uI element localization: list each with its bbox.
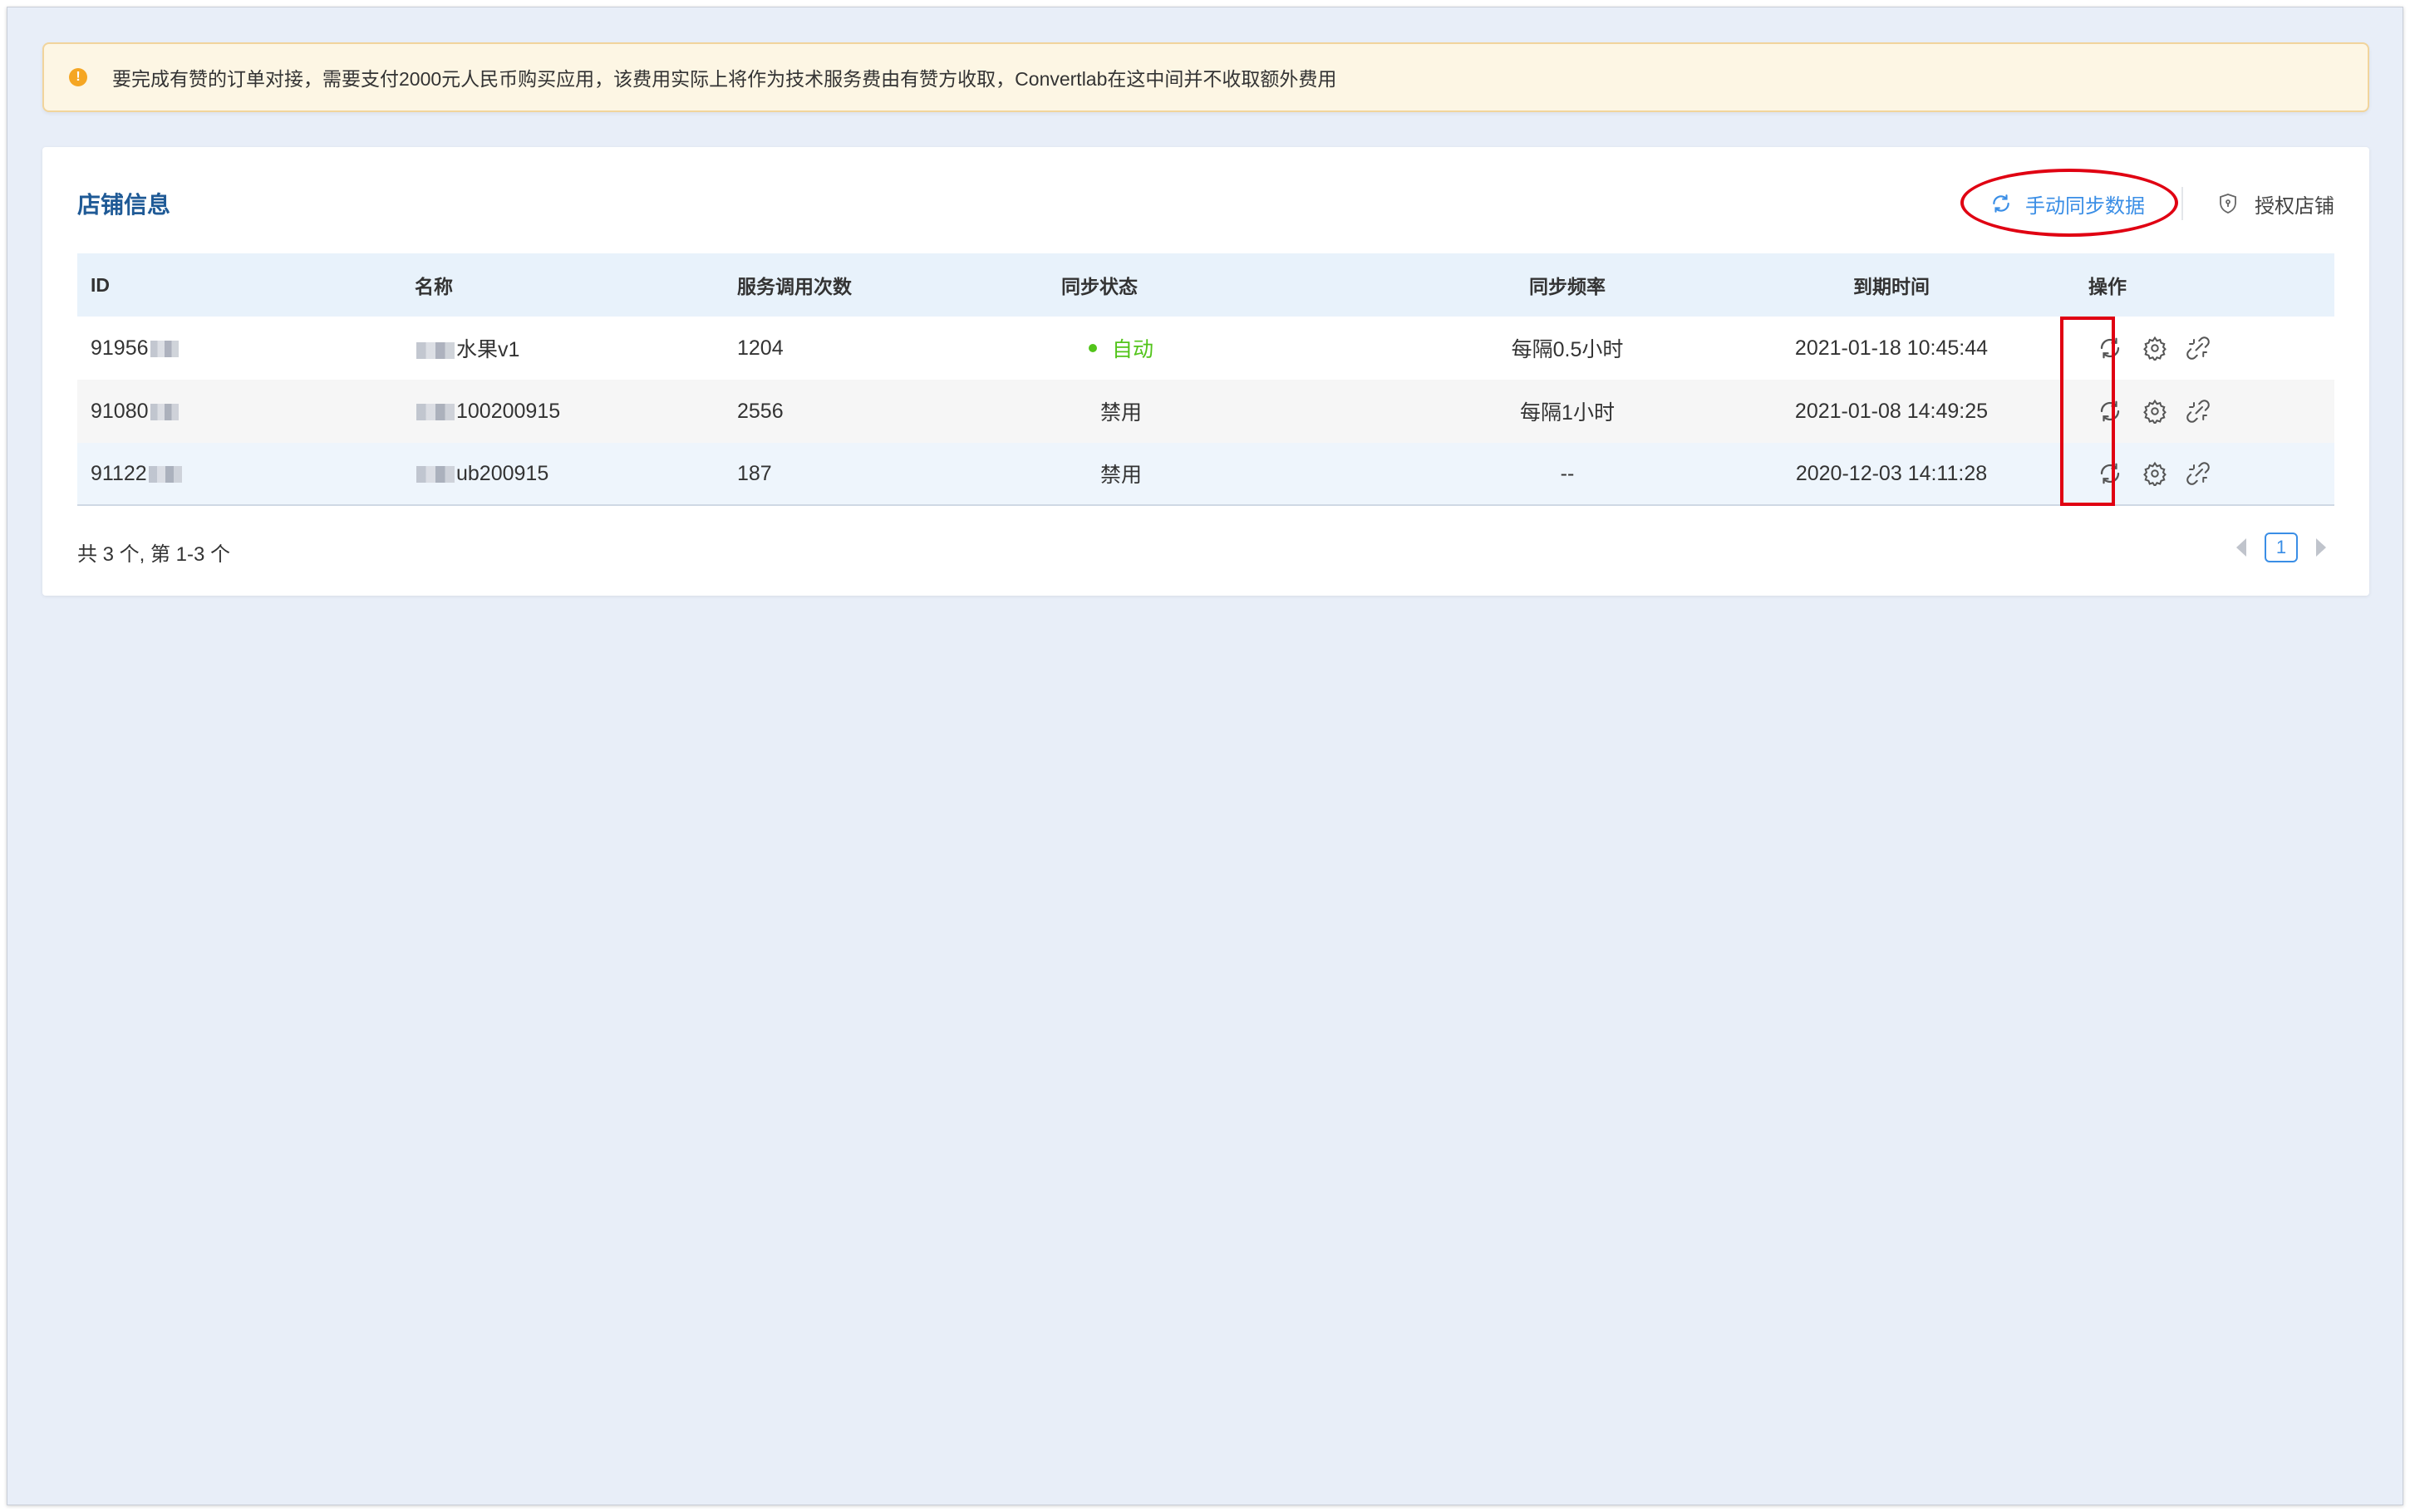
cell-name: 水果v1 — [401, 333, 724, 363]
header-expiry: 到期时间 — [1853, 276, 1930, 297]
cell-calls: 187 — [737, 461, 772, 485]
settings-icon[interactable] — [2133, 390, 2176, 433]
manual-sync-label: 手动同步数据 — [2025, 194, 2145, 218]
name-text: 水果v1 — [456, 338, 520, 361]
cell-id: 91122 — [77, 462, 401, 486]
cell-calls: 2556 — [737, 399, 784, 423]
cell-id: 91956 — [77, 336, 401, 361]
id-text: 91956 — [91, 336, 149, 360]
card-title: 店铺信息 — [77, 192, 171, 218]
status-text: 禁用 — [1099, 401, 1142, 425]
cell-status: 自动 — [1048, 333, 1405, 363]
cell-frequency: -- — [1560, 461, 1575, 485]
cell-frequency: 每隔1小时 — [1520, 401, 1615, 425]
settings-icon[interactable] — [2133, 452, 2176, 495]
cell-id: 91080 — [77, 400, 401, 424]
table-row: 91080 100200915 2556 禁用 每隔1小时 2021-01-08… — [77, 380, 2334, 443]
name-text: ub200915 — [456, 461, 549, 485]
cell-name: ub200915 — [401, 462, 724, 486]
manual-sync-button[interactable]: 手动同步数据 — [1960, 169, 2178, 237]
store-info-card: 店铺信息 手动同步数据 授权店铺 ID 名称 服务调用次数 同步状态 同步频率 … — [42, 147, 2369, 596]
link-icon[interactable] — [2176, 452, 2220, 495]
pagination: 1 — [2228, 531, 2334, 564]
header-name: 名称 — [415, 276, 453, 297]
link-icon[interactable] — [2176, 390, 2220, 433]
table-row: 91956 水果v1 1204 自动 每隔0.5小时 2021-01-18 10… — [77, 317, 2334, 380]
sync-icon — [1993, 194, 2009, 213]
cell-ops — [2053, 317, 2334, 380]
header-frequency: 同步频率 — [1529, 276, 1606, 297]
cell-ops — [2053, 380, 2334, 443]
warning-icon: ! — [69, 68, 87, 86]
authorize-store-button[interactable]: 授权店铺 — [2198, 189, 2334, 218]
sync-icon[interactable] — [2088, 326, 2132, 370]
card-actions: 手动同步数据 授权店铺 — [1960, 169, 2334, 237]
shield-icon — [2220, 194, 2236, 214]
settings-icon[interactable] — [2133, 326, 2176, 370]
actions-divider — [2181, 187, 2183, 220]
table-header: ID 名称 服务调用次数 同步状态 同步频率 到期时间 操作 — [77, 253, 2334, 317]
status-text: 禁用 — [1099, 464, 1142, 487]
cell-expiry: 2021-01-08 14:49:25 — [1794, 399, 1989, 423]
cell-status: 禁用 — [1048, 396, 1405, 426]
next-page-icon[interactable] — [2308, 531, 2334, 564]
header-ops: 操作 — [2088, 276, 2127, 297]
sync-icon[interactable] — [2088, 452, 2132, 495]
total-count: 共 3 个, 第 1-3 个 — [77, 543, 231, 566]
prev-page-icon[interactable] — [2228, 531, 2255, 564]
header-status: 同步状态 — [1061, 276, 1138, 297]
redacted-block — [416, 342, 455, 360]
link-icon[interactable] — [2176, 326, 2220, 370]
header-calls: 服务调用次数 — [737, 276, 852, 297]
alert-text: 要完成有赞的订单对接，需要支付2000元人民币购买应用，该费用实际上将作为技术服… — [112, 68, 1337, 90]
cell-status: 禁用 — [1048, 459, 1405, 488]
cell-frequency: 每隔0.5小时 — [1511, 338, 1624, 361]
sync-icon[interactable] — [2088, 390, 2132, 433]
redacted-block — [150, 403, 179, 420]
header-id: ID — [91, 273, 110, 296]
cell-name: 100200915 — [401, 400, 724, 424]
cell-expiry: 2021-01-18 10:45:44 — [1794, 336, 1989, 360]
id-text: 91122 — [91, 461, 147, 485]
redacted-block — [416, 403, 455, 420]
redacted-block — [150, 340, 179, 357]
redacted-block — [148, 465, 182, 483]
app-screen: ! 要完成有赞的订单对接，需要支付2000元人民币购买应用，该费用实际上将作为技… — [7, 7, 2403, 1505]
warning-alert: ! 要完成有赞的订单对接，需要支付2000元人民币购买应用，该费用实际上将作为技… — [42, 42, 2369, 112]
cell-expiry: 2020-12-03 14:11:28 — [1795, 461, 1988, 485]
name-text: 100200915 — [456, 399, 561, 423]
status-dot — [1088, 344, 1097, 352]
table-row: 91122 ub200915 187 禁用 -- 2020-12-03 14:1… — [77, 443, 2334, 506]
page-number-button[interactable]: 1 — [2265, 533, 2298, 562]
authorize-label: 授权店铺 — [2255, 194, 2334, 218]
store-table: ID 名称 服务调用次数 同步状态 同步频率 到期时间 操作 91956 水果v… — [77, 253, 2334, 506]
status-text: 自动 — [1111, 338, 1153, 361]
redacted-block — [416, 465, 455, 483]
cell-ops — [2053, 443, 2334, 504]
cell-calls: 1204 — [737, 336, 784, 360]
id-text: 91080 — [91, 399, 149, 423]
